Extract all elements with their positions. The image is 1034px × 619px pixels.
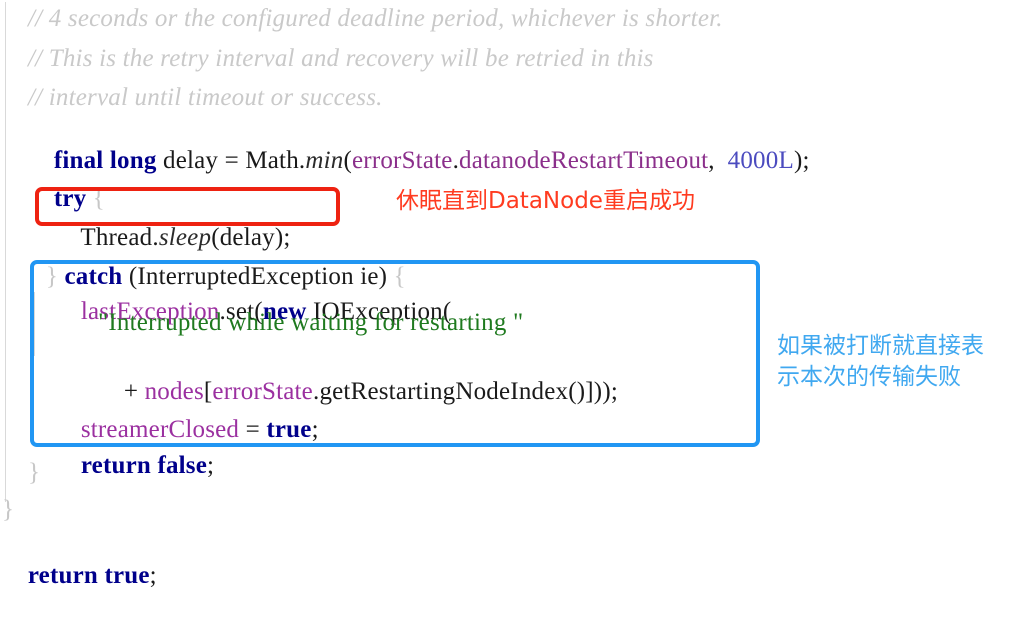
code-line-return-true: return true; <box>2 532 157 619</box>
code-delay-assign: delay = Math. <box>156 147 306 174</box>
code-comment-line-2: // This is the retry interval and recove… <box>28 45 654 72</box>
semicolon-2: ; <box>207 452 215 479</box>
annotation-interrupt-means-failure-line-2: 示本次的传输失败 <box>777 364 961 390</box>
kw-return-1: return <box>80 452 151 479</box>
field-errorstate: errorState <box>352 147 453 174</box>
code-line-close-brace-inner: } <box>28 459 41 486</box>
semicolon-3: ; <box>149 562 157 589</box>
code-line-return-false: return false; <box>55 422 214 509</box>
indent-guide-outer <box>5 2 6 502</box>
code-line-close-brace-outer: } <box>2 496 15 523</box>
call-getrestartingnodeindex: getRestartingNodeIndex() <box>319 378 586 405</box>
kw-true: true <box>266 416 312 443</box>
field-datanode-restart-timeout: datanodeRestartTimeout <box>459 147 709 174</box>
semicolon-1: ; <box>311 416 319 443</box>
code-snippet-surface: // 4 seconds or the configured deadline … <box>0 0 1034 589</box>
code-comment-line-3: // interval until timeout or success. <box>28 84 383 111</box>
line10-tail: ])); <box>585 378 618 405</box>
literal-4000L: 4000L <box>727 147 794 174</box>
kw-long: long <box>109 147 157 174</box>
method-min: min <box>305 147 344 174</box>
paren-open: ( <box>343 147 352 174</box>
kw-return-2: return <box>27 562 98 589</box>
annotation-interrupt-means-failure-line-1: 如果被打断就直接表 <box>777 333 984 359</box>
code-comment-line-1: // 4 seconds or the configured deadline … <box>28 5 723 32</box>
annotation-sleep-until-datanode-restart: 休眠直到DataNode重启成功 <box>396 188 695 214</box>
operator-assign: = <box>239 416 267 443</box>
kw-false: false <box>157 452 208 479</box>
kw-true-2: true <box>104 562 150 589</box>
line4-tail: ); <box>793 147 810 174</box>
code-line-string-literal: "Interrupted while waiting for restartin… <box>98 309 524 336</box>
comma-sep: , <box>708 147 728 174</box>
